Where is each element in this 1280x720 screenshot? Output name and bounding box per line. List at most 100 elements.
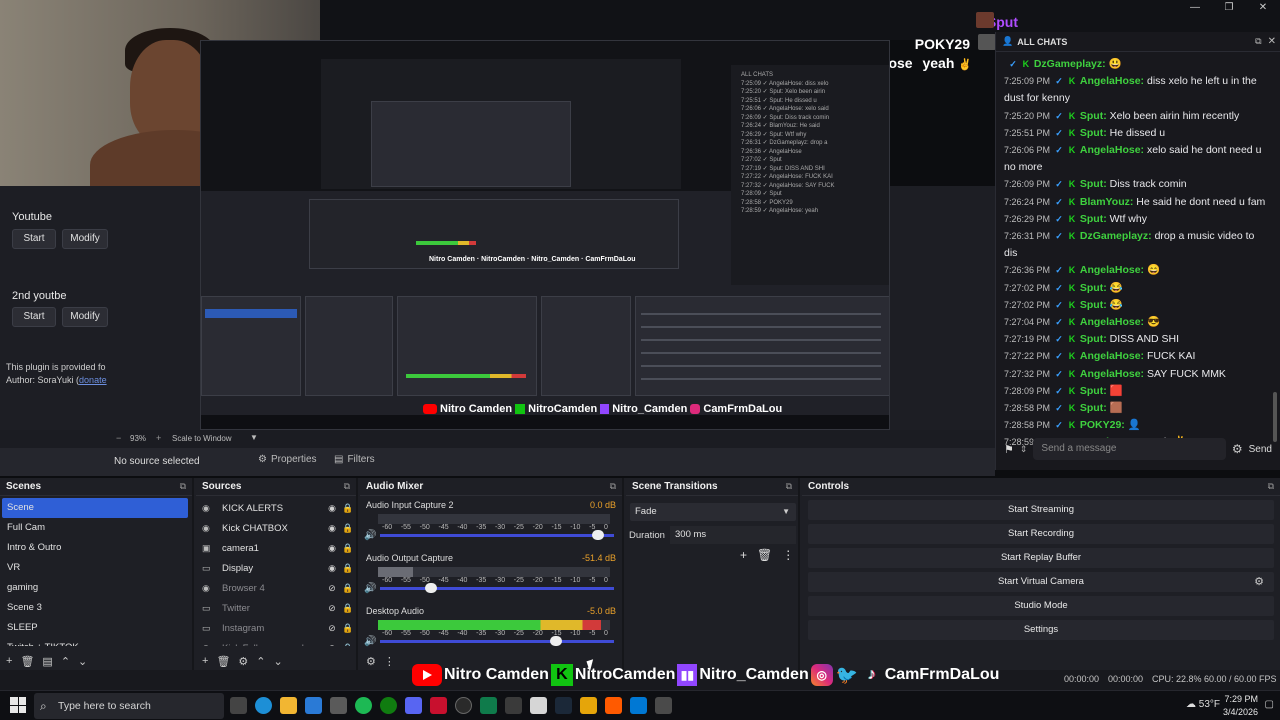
donate-link[interactable]: donate [79, 375, 107, 385]
message-author[interactable]: Sput: [1080, 127, 1107, 139]
volume-slider[interactable] [380, 583, 614, 593]
lock-icon[interactable]: 🔒 [340, 643, 356, 647]
popout-icon[interactable]: ⧉ [1268, 481, 1274, 492]
clock[interactable]: 7:29 PM 3/4/2026 [1223, 693, 1258, 719]
popout-icon[interactable]: ⧉ [1255, 36, 1261, 47]
app-icon[interactable] [530, 697, 547, 714]
scene-item[interactable]: Scene 3 [0, 598, 192, 618]
app-icon[interactable] [630, 697, 647, 714]
app-icon[interactable] [605, 697, 622, 714]
message-author[interactable]: AngelaHose: [1080, 144, 1144, 156]
scene-item[interactable]: Scene [2, 498, 188, 518]
eye-icon[interactable]: ◉ [324, 563, 340, 574]
message-author[interactable]: AngelaHose: [1080, 350, 1144, 362]
chevron-down-icon[interactable]: ▼ [250, 433, 258, 442]
app-icon[interactable] [430, 697, 447, 714]
gear-icon[interactable]: ⚙ [366, 655, 376, 668]
minimize-icon[interactable]: — [1178, 0, 1212, 16]
send-button[interactable]: Send [1249, 444, 1272, 455]
gear-icon[interactable]: ⚙ [1254, 572, 1264, 592]
notification-icon[interactable]: ▢ [1265, 699, 1274, 710]
eye-icon[interactable]: ◉ [324, 503, 340, 514]
message-author[interactable]: POKY29: [1080, 419, 1125, 431]
scene-item[interactable]: Twitch + TIKTOK [0, 638, 192, 646]
source-item[interactable]: ▭ Twitter ⊘ 🔒 [196, 598, 356, 618]
speaker-icon[interactable]: 🔊 [364, 583, 376, 594]
eye-slash-icon[interactable]: ⊘ [324, 623, 340, 634]
message-author[interactable]: Sput: [1080, 213, 1107, 225]
app-icon[interactable] [505, 697, 522, 714]
start-recording-button[interactable]: Start Recording [808, 524, 1274, 544]
message-author[interactable]: Sput: [1080, 282, 1107, 294]
kick-logo-icon[interactable]: ⚑ [1004, 443, 1014, 456]
store-icon[interactable] [330, 697, 347, 714]
start-icon[interactable] [10, 697, 26, 713]
gear-icon[interactable]: ⚙ [238, 655, 248, 668]
volume-knob[interactable] [549, 636, 562, 646]
edge-icon[interactable] [255, 697, 272, 714]
minus-icon[interactable]: − [116, 433, 121, 443]
lock-icon[interactable]: 🔒 [340, 603, 356, 614]
lock-icon[interactable]: 🔒 [340, 543, 356, 554]
start-replay-buffer-button[interactable]: Start Replay Buffer [808, 548, 1274, 568]
lock-icon[interactable]: 🔒 [340, 623, 356, 634]
taskbar-search[interactable]: ⌕ Type here to search [34, 693, 224, 719]
volume-slider[interactable] [380, 636, 614, 646]
close-icon[interactable]: ✕ [1268, 36, 1276, 47]
studio-mode-button[interactable]: Studio Mode [808, 596, 1274, 616]
duration-input[interactable]: 300 ms [670, 526, 796, 544]
speaker-icon[interactable]: 🔊 [364, 636, 376, 647]
chevron-icon[interactable]: ⇕ [1020, 444, 1028, 455]
filters-button[interactable]: ▤ Filters [334, 454, 375, 465]
down-icon[interactable]: ⌄ [274, 655, 283, 668]
xbox-icon[interactable] [380, 697, 397, 714]
trash-icon[interactable]: 🗑 [20, 655, 34, 668]
close-icon[interactable]: ✕ [1246, 0, 1280, 16]
message-author[interactable]: BlamYouz: [1080, 196, 1133, 208]
message-author[interactable]: Sput: [1080, 299, 1107, 311]
volume-slider[interactable] [380, 530, 614, 540]
down-icon[interactable]: ⌄ [78, 655, 87, 668]
start-button[interactable]: Start [12, 307, 56, 327]
lock-icon[interactable]: 🔒 [340, 583, 356, 594]
maximize-icon[interactable]: ❐ [1212, 0, 1246, 16]
speaker-icon[interactable]: 🔊 [364, 530, 376, 541]
app-icon[interactable] [580, 697, 597, 714]
scene-item[interactable]: Intro & Outro [0, 538, 192, 558]
message-author[interactable]: AngelaHose: [1080, 75, 1144, 87]
gear-icon[interactable]: ⚙ [1232, 442, 1243, 456]
popout-icon[interactable]: ⧉ [610, 481, 616, 492]
popout-icon[interactable]: ⧉ [180, 481, 186, 492]
scene-item[interactable]: VR [0, 558, 192, 578]
lock-icon[interactable]: 🔒 [340, 503, 356, 514]
message-author[interactable]: Sput: [1080, 385, 1107, 397]
scene-item[interactable]: gaming [0, 578, 192, 598]
message-author[interactable]: AngelaHose: [1080, 316, 1144, 328]
chat-scrollbar[interactable] [1273, 392, 1277, 442]
scene-item[interactable]: Full Cam [0, 518, 192, 538]
app-icon[interactable] [655, 697, 672, 714]
eye-icon[interactable]: ◉ [324, 523, 340, 534]
weather[interactable]: ☁ 53°F [1186, 699, 1220, 710]
popout-icon[interactable]: ⧉ [786, 481, 792, 492]
source-item[interactable]: ◉Kick Followers goal⊘🔒 [196, 638, 356, 647]
message-author[interactable]: AngelaHose: [1080, 368, 1144, 380]
source-item[interactable]: ▣ camera1 ◉ 🔒 [196, 538, 356, 558]
mail-icon[interactable] [305, 697, 322, 714]
source-item[interactable]: ◉ Kick CHATBOX ◉ 🔒 [196, 518, 356, 538]
menu-icon[interactable]: ⋮ [384, 655, 395, 668]
eye-slash-icon[interactable]: ⊘ [324, 643, 340, 647]
message-author[interactable]: Sput: [1080, 178, 1107, 190]
menu-icon[interactable]: ⋮ [782, 548, 794, 562]
message-author[interactable]: Sput: [1080, 110, 1107, 122]
scale-mode[interactable]: Scale to Window [172, 434, 232, 443]
popout-icon[interactable]: ⧉ [344, 481, 350, 492]
modify-button[interactable]: Modify [62, 307, 108, 327]
message-author[interactable]: DzGameplayz: [1080, 230, 1152, 242]
message-author[interactable]: Sput: [1080, 333, 1107, 345]
settings-button[interactable]: Settings [808, 620, 1274, 640]
filter-icon[interactable]: ▤ [42, 655, 52, 668]
message-author[interactable]: Sput: [1080, 402, 1107, 414]
message-author[interactable]: DzGameplayz: [1034, 58, 1106, 70]
task-view-icon[interactable] [230, 697, 247, 714]
